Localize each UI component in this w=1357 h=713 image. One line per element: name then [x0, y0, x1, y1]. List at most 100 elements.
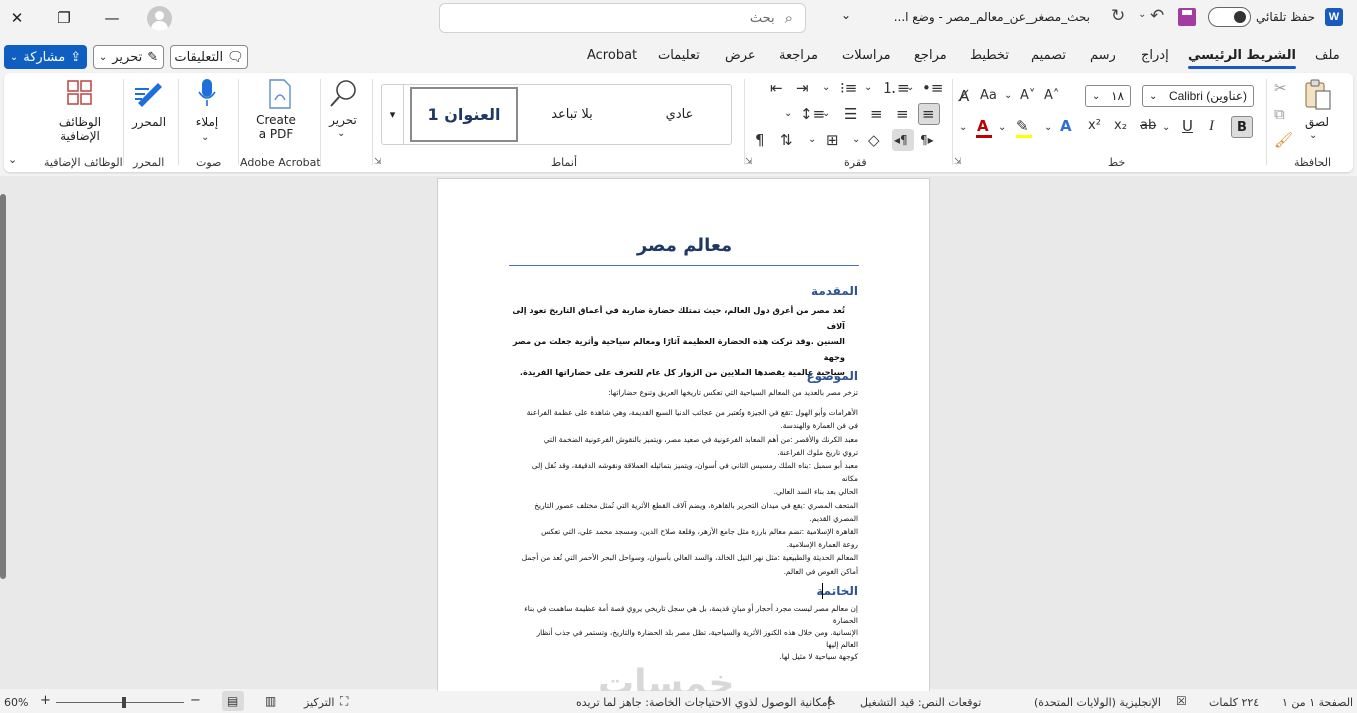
tab-design[interactable]: تصميم [1031, 48, 1066, 63]
styles-more-icon[interactable]: ▾ [382, 85, 404, 144]
create-pdf-label-2[interactable]: a PDF [250, 127, 302, 141]
redo-icon[interactable]: ↻ [1111, 6, 1125, 26]
font-name-select[interactable]: ⌄ Calibri (عناوين) [1142, 85, 1254, 107]
tab-mailings[interactable]: مراسلات [842, 48, 891, 63]
tab-review[interactable]: مراجعة [779, 48, 818, 63]
text-predictions-status[interactable]: توقعات النص: قيد التشغيل [860, 696, 981, 709]
microphone-icon[interactable] [197, 78, 217, 108]
tab-acrobat[interactable]: Acrobat [587, 48, 637, 63]
paragraph-launcher-icon[interactable]: ⇲ [745, 157, 753, 167]
minimize-icon[interactable]: — [97, 6, 127, 30]
subscript-icon[interactable]: x₂ [1114, 117, 1127, 135]
paste-icon[interactable] [1304, 79, 1332, 111]
format-painter-icon[interactable]: 🖌 [1274, 131, 1293, 149]
chevron-down-icon[interactable]: ⌄ [841, 8, 851, 22]
highlight-icon[interactable]: ✎ [1016, 117, 1029, 135]
page-count[interactable]: الصفحة ١ من ١ [1282, 696, 1353, 709]
font-color-icon[interactable]: A [977, 117, 989, 135]
ltr-icon[interactable]: ¶▸ [920, 131, 934, 149]
align-left-icon[interactable]: ≡ [870, 105, 883, 123]
restore-icon[interactable]: ❐ [49, 6, 79, 30]
style-heading-1[interactable]: العنوان 1 [410, 87, 518, 142]
zoom-level[interactable]: 60% [4, 696, 28, 709]
zoom-in-icon[interactable]: + [40, 693, 51, 708]
autosave-toggle[interactable] [1208, 7, 1251, 27]
search-input[interactable]: بحث ⌕ [439, 3, 806, 33]
addins-icon[interactable] [66, 79, 94, 107]
indent-increase-icon[interactable]: ⇥ [796, 79, 809, 97]
style-normal[interactable]: عادي [632, 87, 727, 142]
chevron-down-icon[interactable]: ⌄ [1162, 119, 1170, 137]
zoom-out-icon[interactable]: − [190, 693, 201, 708]
justify-icon[interactable]: ☰ [844, 105, 857, 123]
cut-icon[interactable]: ✂ [1274, 79, 1287, 97]
find-icon[interactable] [329, 78, 359, 108]
font-size-select[interactable]: ⌄ ١٨ [1085, 85, 1131, 107]
chevron-down-icon[interactable]: ⌄ [337, 125, 345, 143]
chevron-down-icon[interactable]: ⌄ [906, 79, 914, 97]
bold-button[interactable]: B [1231, 116, 1253, 138]
create-pdf-label-1[interactable]: Create [250, 113, 302, 127]
grow-font-icon[interactable]: A˄ [1044, 87, 1059, 105]
font-launcher-icon[interactable]: ⇲ [954, 157, 962, 167]
copy-icon[interactable]: ⧉ [1274, 105, 1285, 123]
tab-draw[interactable]: رسم [1090, 48, 1116, 63]
styles-launcher-icon[interactable]: ⇲ [374, 157, 382, 167]
clear-formatting-icon[interactable]: A̸ [959, 87, 969, 105]
bullets-icon[interactable]: •≡ [922, 79, 943, 97]
shading-icon[interactable]: ◇ [868, 131, 880, 149]
editing-mode-button[interactable]: ⌄ تحرير ✎ [93, 45, 164, 69]
tab-insert[interactable]: إدراج [1141, 48, 1169, 63]
tab-references[interactable]: مراجع [914, 48, 947, 63]
dictate-label[interactable]: إملاء [188, 115, 226, 129]
align-right-icon[interactable]: ≡ [922, 105, 935, 123]
share-button[interactable]: ⌄ مشاركة ⇪ [4, 45, 87, 69]
document-canvas[interactable]: معالم مصر المقدمة تُعد مصر من أعرق دول ا… [0, 176, 1357, 704]
chevron-down-icon[interactable]: ⌄ [1044, 119, 1052, 137]
strikethrough-icon[interactable]: ab [1140, 117, 1156, 135]
tab-help[interactable]: تعليمات [658, 48, 700, 63]
chevron-down-icon[interactable]: ⌄ [201, 129, 209, 147]
editor-label[interactable]: المحرر [128, 115, 170, 129]
indent-decrease-icon[interactable]: ⇤ [770, 79, 783, 97]
document-title[interactable]: بحث_مصغر_عن_معالم_مصر - وضع ا... [860, 10, 1090, 24]
chevron-down-icon[interactable]: ⌄ [1004, 87, 1012, 105]
underline-icon[interactable]: U [1182, 117, 1193, 135]
scrollbar-thumb[interactable] [0, 194, 6, 579]
tab-view[interactable]: عرض [725, 48, 756, 63]
chevron-down-icon[interactable]: ⌄ [784, 105, 792, 123]
align-center-icon[interactable]: ≡ [896, 105, 909, 123]
chevron-down-icon[interactable]: ⌄ [808, 131, 816, 149]
editor-icon[interactable] [132, 77, 166, 109]
chevron-down-icon[interactable]: ⌄ [822, 79, 830, 97]
superscript-icon[interactable]: x² [1088, 117, 1101, 135]
focus-icon[interactable]: ⛶ [340, 694, 348, 709]
focus-label[interactable]: التركيز [304, 696, 334, 709]
language-status[interactable]: الإنجليزية (الولايات المتحدة) [1034, 696, 1161, 709]
multilevel-list-icon[interactable]: ⁝≡ [840, 79, 857, 97]
proofing-icon[interactable]: ☒ [1176, 694, 1187, 708]
chevron-down-icon[interactable]: ⌄ [1309, 127, 1317, 145]
sort-icon[interactable]: ⇅ [780, 131, 793, 149]
word-count[interactable]: ٢٢٤ كلمات [1209, 696, 1259, 709]
chevron-down-icon[interactable]: ⌄ [822, 105, 830, 123]
save-icon[interactable] [1178, 8, 1196, 26]
undo-dropdown-icon[interactable]: ⌄ [1138, 9, 1146, 20]
borders-icon[interactable]: ⊞ [826, 131, 839, 149]
chevron-down-icon[interactable]: ⌄ [852, 131, 860, 149]
create-pdf-icon[interactable] [266, 79, 294, 109]
comments-button[interactable]: التعليقات 🗨 [170, 45, 248, 69]
chevron-down-icon[interactable]: ⌄ [864, 79, 872, 97]
undo-icon[interactable]: ↶ [1150, 6, 1164, 26]
show-marks-icon[interactable]: ¶ [755, 131, 765, 149]
read-mode-icon[interactable]: ▥ [265, 694, 276, 708]
chevron-down-icon[interactable]: ⌄ [998, 119, 1006, 137]
collapse-ribbon-icon[interactable]: ⌄ [8, 151, 17, 169]
tab-layout[interactable]: تخطيط [970, 48, 1009, 63]
addins-label-2[interactable]: الإضافية [48, 129, 112, 143]
shrink-font-icon[interactable]: A˅ [1020, 87, 1035, 105]
addins-label-1[interactable]: الوظائف [48, 115, 112, 129]
accessibility-status[interactable]: إمكانية الوصول لذوي الاحتياجات الخاصة: ج… [576, 696, 831, 709]
tab-home[interactable]: الشريط الرئيسي [1188, 48, 1296, 69]
avatar[interactable] [147, 6, 172, 31]
